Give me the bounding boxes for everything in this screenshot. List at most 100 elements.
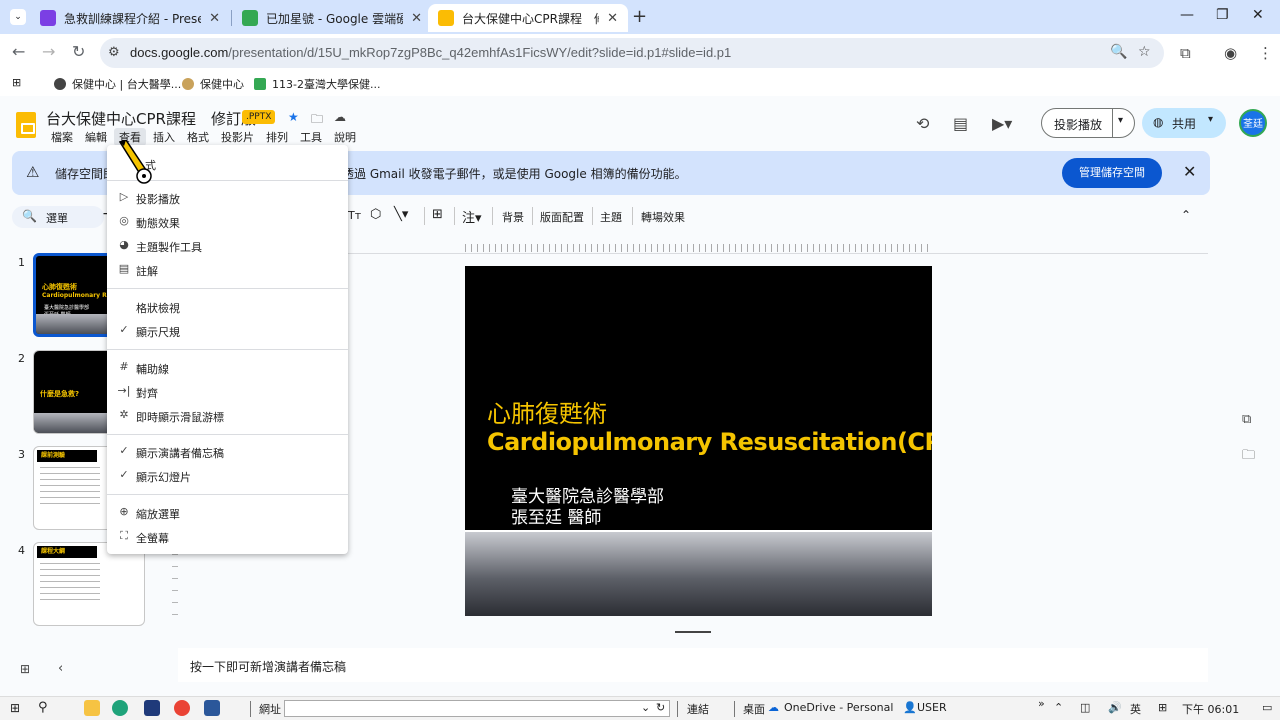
browser-tab-2[interactable]: 已加星號 - Google 雲端硬碟 ✕ [232, 4, 432, 32]
side-panel-folder-icon[interactable]: 🗀 [1242, 446, 1255, 468]
bookmark-item-3[interactable]: 113-2臺灣大學保健... [254, 76, 380, 92]
apps-grid-icon[interactable]: ⊞ [12, 76, 21, 89]
transition-button[interactable]: 轉場效果 [641, 209, 685, 225]
view-menu-item-slideshow[interactable]: ▷ 投影播放 [107, 187, 348, 209]
address-dropdown-icon[interactable]: ⌄ [641, 701, 650, 714]
forward-icon[interactable]: → [42, 42, 55, 61]
bookmark-item-1[interactable]: 保健中心 | 台大醫學... [54, 76, 181, 92]
links-toolbar-label[interactable]: 連結 [687, 701, 709, 717]
minimize-icon[interactable]: — [1180, 7, 1194, 23]
view-menu-item-live-cursors[interactable]: ✲ 即時顯示滑鼠游標 [107, 405, 348, 427]
edge-icon[interactable] [112, 700, 128, 716]
view-menu-item-guides[interactable]: # 輔助線 [107, 357, 348, 379]
view-menu-item-filmstrip[interactable]: ✓ 顯示幻燈片 [107, 465, 348, 487]
user-label[interactable]: USER [917, 701, 947, 714]
menu-file[interactable]: 檔案 [46, 128, 78, 146]
slide-title-english[interactable]: Cardiopulmonary Resuscitation(CPR) [487, 428, 932, 456]
volume-icon[interactable]: 🔊 [1108, 701, 1122, 714]
share-button[interactable]: ◍ 共用 ▾ [1142, 108, 1226, 138]
slides-logo-icon[interactable] [16, 112, 36, 138]
comment-add-icon[interactable]: ⊞ [432, 207, 443, 222]
view-menu-item-motion[interactable]: ◎ 動態效果 [107, 211, 348, 233]
new-tab-icon[interactable]: + [632, 6, 647, 27]
grid-view-icon[interactable]: ⊞ [20, 662, 30, 676]
line-icon[interactable]: ╲▾ [394, 207, 408, 222]
address-go-icon[interactable]: ↻ [656, 701, 665, 714]
toolbar-overflow-icon[interactable]: » [1038, 697, 1045, 710]
document-title[interactable]: 台大保健中心CPR課程 修訂版 [46, 108, 256, 129]
view-menu-item-speaker-notes[interactable]: ✓ 顯示演講者備忘稿 [107, 441, 348, 463]
chrome-icon[interactable] [174, 700, 190, 716]
menu-help[interactable]: 說明 [329, 128, 361, 146]
restore-icon[interactable]: ❐ [1216, 7, 1229, 23]
background-button[interactable]: 背景 [502, 209, 524, 225]
menu-slide[interactable]: 投影片 [216, 128, 259, 146]
collapse-filmstrip-icon[interactable]: ‹ [58, 661, 63, 676]
file-explorer-icon[interactable] [84, 700, 100, 716]
network-icon[interactable]: ◫ [1080, 701, 1090, 714]
reload-icon[interactable]: ↻ [72, 42, 85, 61]
view-menu-item-show-ruler[interactable]: ✓ 顯示尺規 [107, 320, 348, 342]
close-tab-icon[interactable]: ✕ [209, 11, 220, 26]
close-tab-icon[interactable]: ✕ [607, 11, 618, 26]
side-panel-keep-icon[interactable]: ⧉ [1242, 412, 1251, 427]
close-tab-icon[interactable]: ✕ [411, 11, 422, 26]
bookmark-item-2[interactable]: 保健中心 [182, 76, 244, 92]
zoom-icon[interactable]: 🔍 [1110, 44, 1127, 60]
desktop-toolbar-label[interactable]: 桌面 [743, 701, 765, 717]
input-tools-icon[interactable]: 注▾ [462, 207, 482, 226]
site-info-icon[interactable]: ⚙ [108, 45, 120, 60]
collapse-toolbar-icon[interactable]: ⌃ [1181, 208, 1191, 222]
text-box-icon[interactable]: Tт [348, 209, 361, 222]
version-history-icon[interactable]: ⟲ [916, 114, 929, 133]
view-menu-item-zoom[interactable]: ⊕ 縮放選單 [107, 502, 348, 524]
clock[interactable]: 下午 06:01 [1182, 701, 1239, 717]
view-menu-item-comments[interactable]: ▤ 註解 [107, 259, 348, 281]
menu-tools[interactable]: 工具 [295, 128, 327, 146]
slide-canvas[interactable]: 心肺復甦術 Cardiopulmonary Resuscitation(CPR)… [465, 266, 932, 616]
windows-start-icon[interactable]: ⊞ [10, 701, 20, 715]
theme-button[interactable]: 主題 [600, 209, 622, 225]
menu-format[interactable]: 格式 [182, 128, 214, 146]
close-window-icon[interactable]: ✕ [1252, 7, 1264, 23]
address-bar[interactable]: ⚙ docs.google.com/presentation/d/15U_mkR… [100, 38, 1164, 68]
layout-button[interactable]: 版面配置 [540, 209, 584, 225]
view-menu-item-fullscreen[interactable]: ⛶ 全螢幕 [107, 526, 348, 548]
view-menu-item-theme-builder[interactable]: ◕ 主題製作工具 [107, 235, 348, 257]
tray-chevron-icon[interactable]: ⌃ [1054, 701, 1063, 714]
close-banner-icon[interactable]: ✕ [1183, 162, 1196, 181]
menu-arrange[interactable]: 排列 [261, 128, 293, 146]
speaker-notes[interactable]: 按一下即可新增演講者備忘稿 [178, 648, 1208, 682]
star-icon[interactable]: ★ [288, 110, 299, 124]
ime-mode-icon[interactable]: ⊞ [1158, 701, 1167, 714]
extensions-icon[interactable]: ⧉ [1180, 44, 1191, 62]
onedrive-label[interactable]: OneDrive - Personal [784, 701, 893, 714]
input-method-label[interactable]: 英 [1130, 701, 1141, 717]
back-icon[interactable]: ← [12, 42, 25, 61]
share-dropdown-icon[interactable]: ▾ [1208, 114, 1213, 125]
browser-menu-icon[interactable]: ⋮ [1258, 44, 1273, 62]
word-icon[interactable] [204, 700, 220, 716]
notes-resize-handle[interactable] [675, 631, 711, 633]
avatar[interactable]: 荃廷 [1239, 109, 1267, 137]
meet-icon[interactable]: ▶▾ [992, 114, 1012, 133]
present-button[interactable]: 投影播放 ▾ [1041, 108, 1135, 138]
search-icon[interactable]: ⚲ [38, 700, 48, 715]
slide-title-chinese[interactable]: 心肺復甦術 [487, 394, 607, 429]
bookmark-star-icon[interactable]: ☆ [1138, 44, 1151, 60]
tab-search-icon[interactable]: ⌄ [10, 9, 26, 25]
teams-icon[interactable] [144, 700, 160, 716]
manage-storage-button[interactable]: 管理儲存空間 [1062, 158, 1162, 188]
menu-search[interactable]: 🔍 選單 [12, 206, 104, 228]
comments-icon[interactable]: ▤ [953, 114, 968, 133]
view-menu-item-grid-view[interactable]: 格狀檢視 [107, 296, 348, 318]
address-toolbar-input[interactable] [284, 700, 670, 717]
menu-edit[interactable]: 編輯 [80, 128, 112, 146]
browser-tab-1[interactable]: 急救訓練課程介紹 - Presentati ✕ [30, 4, 230, 32]
browser-tab-3-active[interactable]: 台大保健中心CPR課程 修訂版 ✕ [428, 4, 628, 32]
notifications-icon[interactable]: ▭ [1262, 701, 1272, 714]
cloud-status-icon[interactable]: ☁ [334, 110, 346, 124]
shape-icon[interactable]: ⬡ [370, 207, 381, 222]
slide-presenter[interactable]: 張至廷 醫師 [511, 503, 601, 528]
present-dropdown-icon[interactable]: ▾ [1118, 115, 1123, 126]
